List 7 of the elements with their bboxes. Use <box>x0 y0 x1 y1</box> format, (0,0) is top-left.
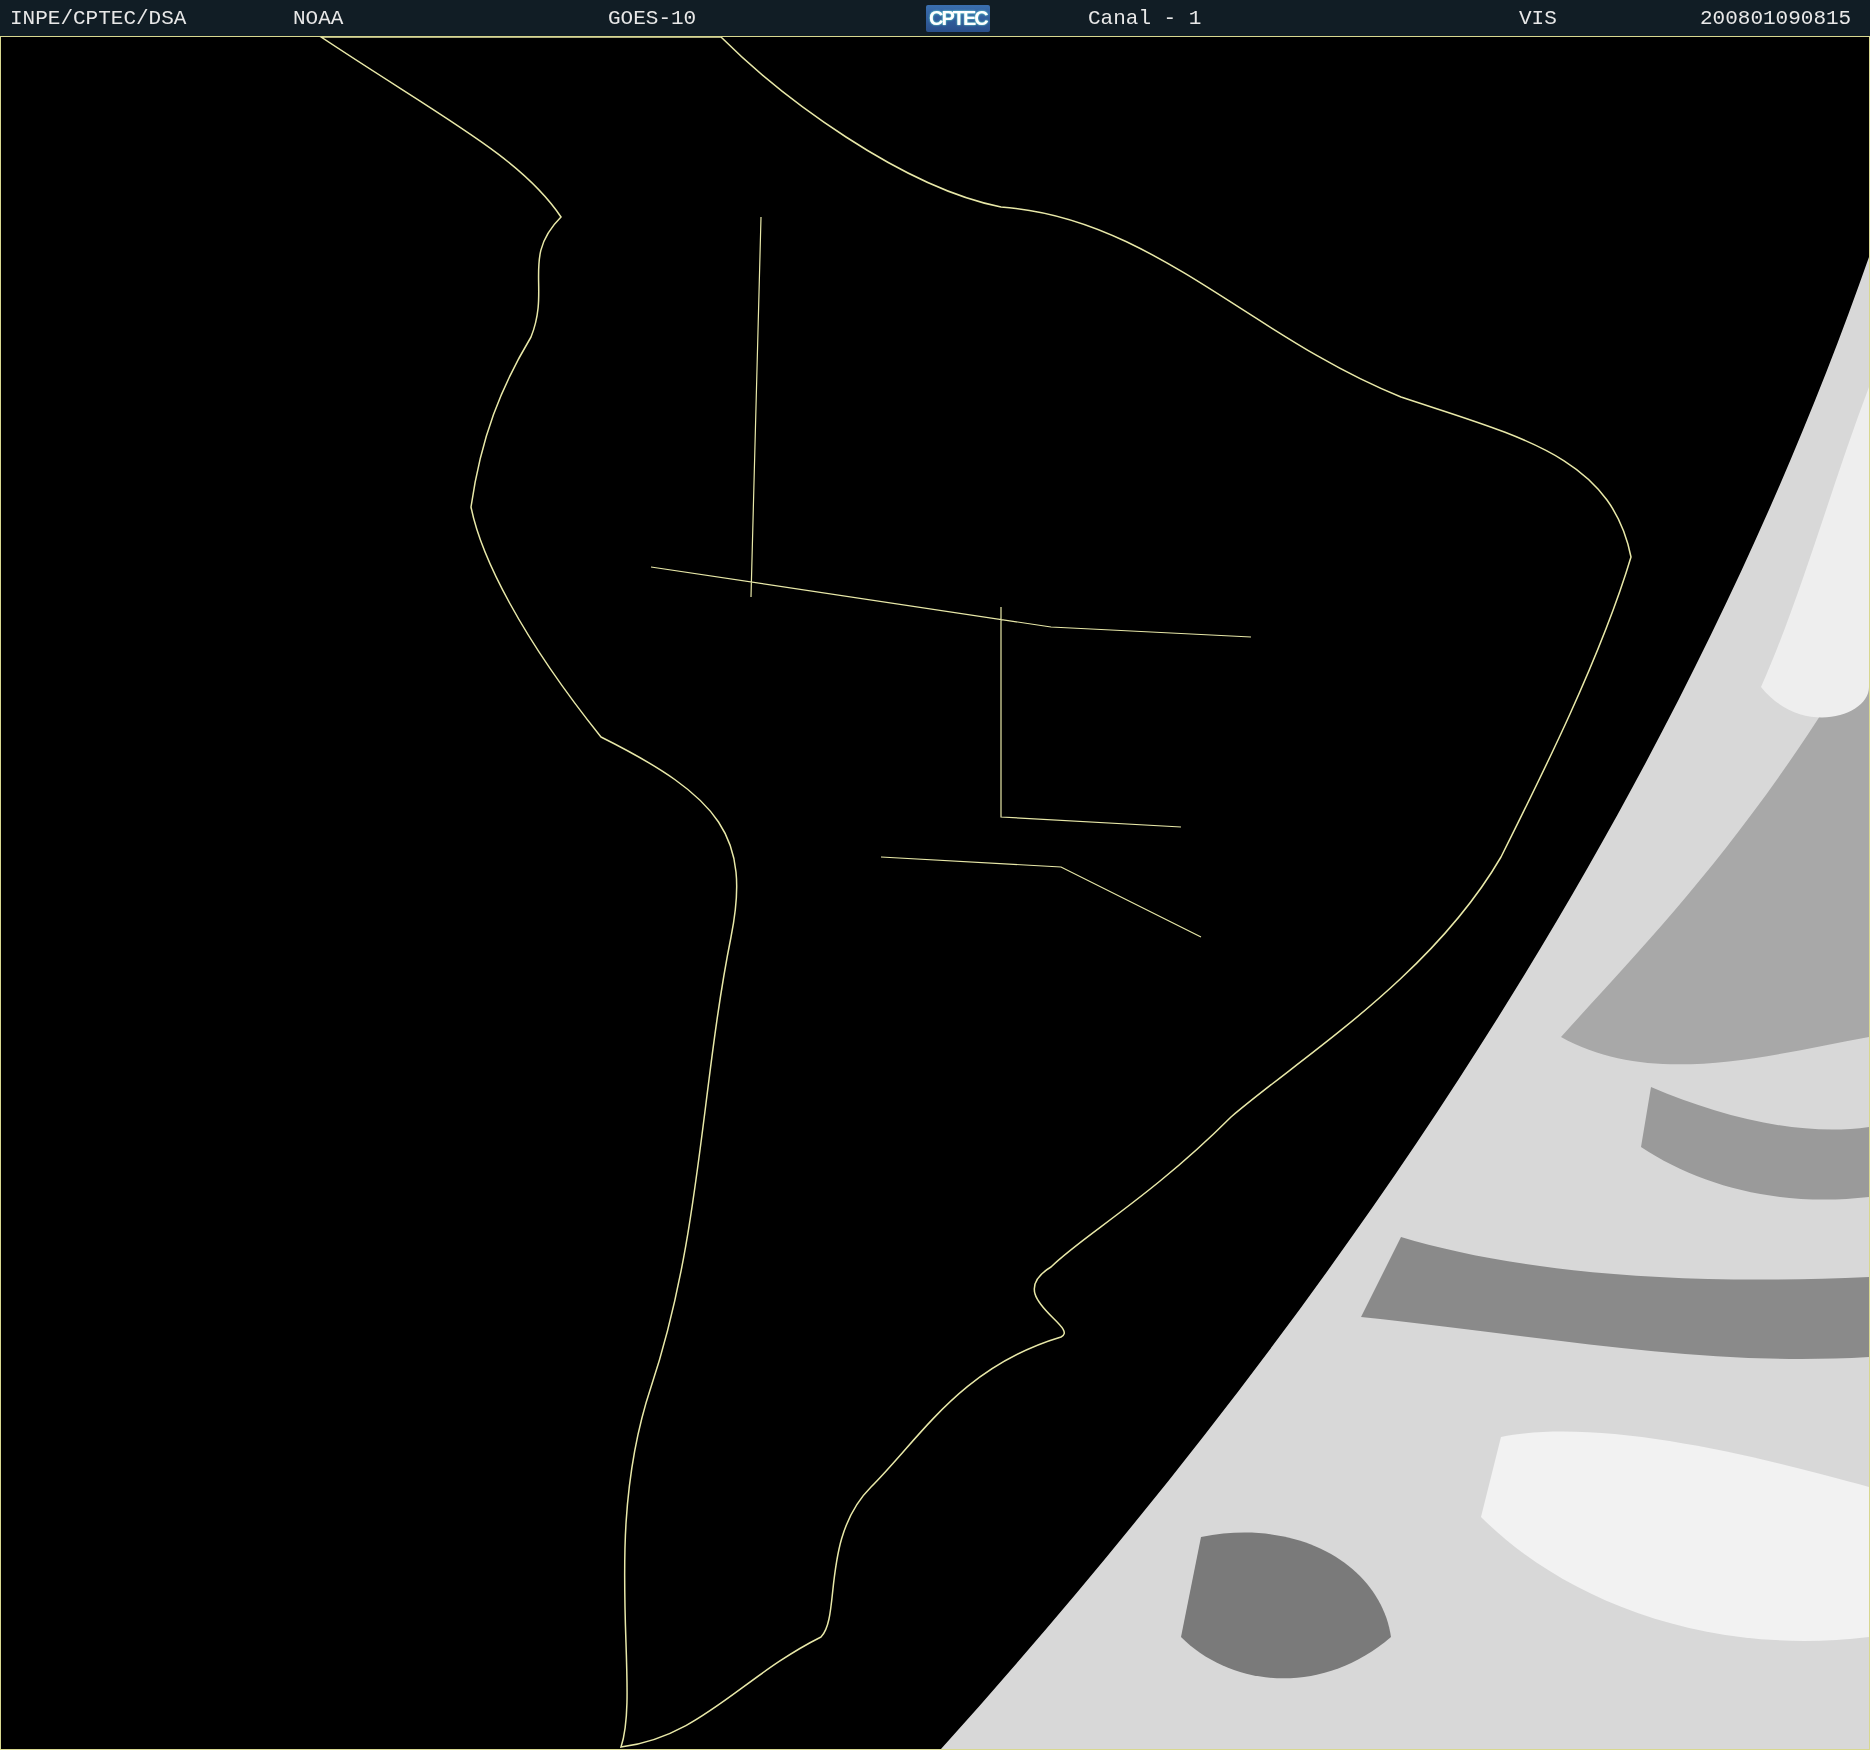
header-label: GOES-10 <box>608 6 697 30</box>
header-label: Canal - 1 <box>1088 6 1202 30</box>
header-label: VIS <box>1519 6 1557 30</box>
header-label: INPE/CPTEC/DSA <box>10 6 187 30</box>
header-label: NOAA <box>293 6 344 30</box>
logo: CPTEC <box>926 4 990 32</box>
header-label: 200801090815 <box>1700 6 1852 30</box>
